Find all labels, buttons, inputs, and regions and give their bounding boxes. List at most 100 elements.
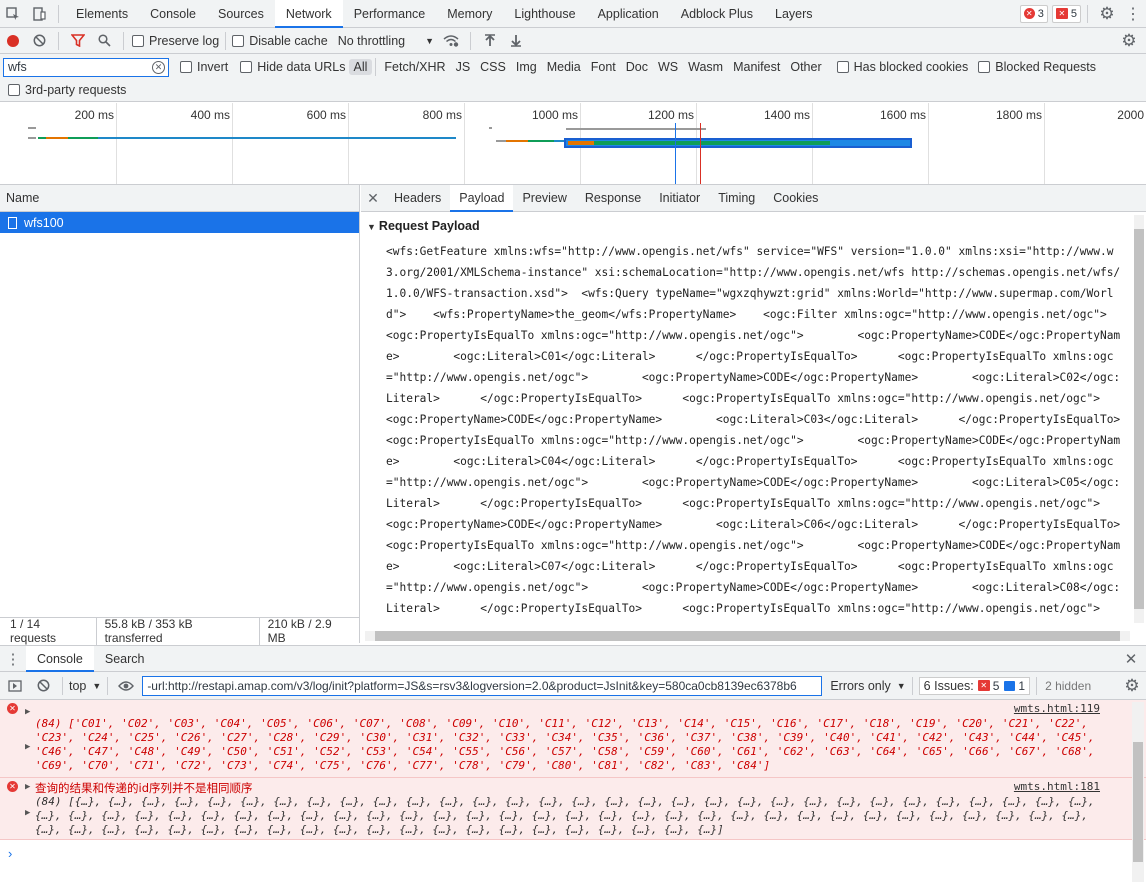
clear-console-icon[interactable] — [30, 679, 56, 692]
tab-performance[interactable]: Performance — [343, 0, 437, 28]
sidebar-toggle-icon[interactable] — [0, 679, 30, 692]
console-error-message[interactable]: ✕ wmts.html:181 ▶ ▶ 查询的结果和传递的id序列并不是相同顺序… — [0, 778, 1146, 840]
filter-type-font[interactable]: Font — [586, 59, 621, 75]
tab-headers[interactable]: Headers — [385, 185, 450, 212]
console-error-message[interactable]: ✕ wmts.html:119 ▶ ▶ (84) ['C01', 'C02', … — [0, 700, 1146, 778]
tab-network[interactable]: Network — [274, 0, 343, 28]
tab-console[interactable]: Console — [139, 0, 207, 28]
network-overview-timeline[interactable]: 200 ms 400 ms 600 ms 800 ms 1000 ms 1200… — [0, 103, 1146, 185]
filter-type-img[interactable]: Img — [511, 59, 542, 75]
import-har-icon[interactable] — [477, 27, 503, 55]
disable-cache-checkbox[interactable]: Disable cache — [232, 34, 328, 48]
drawer-tab-console[interactable]: Console — [26, 645, 94, 672]
tab-layers[interactable]: Layers — [764, 0, 824, 28]
log-levels-select[interactable]: Errors only ▼ — [830, 679, 905, 693]
checkbox[interactable] — [8, 84, 20, 96]
hide-data-urls-checkbox[interactable]: Hide data URLs — [240, 60, 346, 74]
filter-icon[interactable] — [65, 27, 91, 55]
export-har-icon[interactable] — [503, 27, 529, 55]
message-source-link[interactable]: wmts.html:181 — [1014, 780, 1100, 794]
console-toolbar: top ▼ -url:http://restapi.amap.com/v3/lo… — [0, 672, 1146, 700]
filter-type-css[interactable]: CSS — [475, 59, 511, 75]
tab-memory[interactable]: Memory — [436, 0, 503, 28]
clear-icon[interactable] — [26, 27, 52, 55]
issues-count-badge[interactable]: ✕ 5 — [1051, 4, 1081, 23]
tab-application[interactable]: Application — [587, 0, 670, 28]
issues-button[interactable]: 6 Issues: ✕ 5 1 — [918, 676, 1031, 695]
filter-type-other[interactable]: Other — [785, 59, 826, 75]
checkbox[interactable] — [836, 61, 849, 73]
filter-type-js[interactable]: JS — [451, 59, 476, 75]
clear-filter-icon[interactable]: ✕ — [152, 60, 165, 74]
network-settings-gear-icon[interactable]: ⚙ — [1116, 27, 1142, 55]
scrollbar-thumb[interactable] — [1133, 742, 1143, 862]
expand-arrow-icon[interactable]: ▶ — [25, 806, 30, 820]
filter-type-doc[interactable]: Doc — [621, 59, 653, 75]
request-payload-body: <wfs:GetFeature xmlns:wfs="http://www.op… — [386, 245, 1121, 615]
name-column-header[interactable]: Name — [0, 185, 359, 212]
tab-elements[interactable]: Elements — [65, 0, 139, 28]
tab-adblock-plus[interactable]: Adblock Plus — [670, 0, 764, 28]
expand-arrow-icon[interactable]: ▶ — [25, 780, 30, 794]
context-select[interactable]: top ▼ — [69, 679, 101, 693]
tab-preview[interactable]: Preview — [513, 185, 575, 212]
invert-checkbox[interactable]: Invert — [180, 60, 228, 74]
tab-response[interactable]: Response — [576, 185, 650, 212]
gear-icon[interactable]: ⚙ — [1094, 0, 1120, 28]
tab-timing[interactable]: Timing — [709, 185, 764, 212]
request-row[interactable]: wfs100 — [0, 212, 359, 233]
filter-type-manifest[interactable]: Manifest — [728, 59, 785, 75]
expand-arrow-icon[interactable]: ▶ — [25, 740, 30, 754]
console-filter-input[interactable]: -url:http://restapi.amap.com/v3/log/init… — [142, 675, 823, 696]
issue-error-count: 5 — [992, 678, 1000, 693]
checkbox[interactable] — [978, 61, 991, 73]
tab-payload[interactable]: Payload — [450, 184, 514, 212]
console-settings-gear-icon[interactable]: ⚙ — [1118, 676, 1146, 696]
scrollbar-thumb[interactable] — [375, 631, 1120, 641]
filter-type-ws[interactable]: WS — [653, 59, 683, 75]
close-drawer-icon[interactable]: ✕ — [1116, 650, 1146, 668]
error-count-badge[interactable]: ✕ 3 — [1019, 4, 1048, 23]
inspect-element-icon[interactable] — [0, 0, 26, 28]
filter-input[interactable]: wfs ✕ — [3, 57, 169, 77]
tab-initiator[interactable]: Initiator — [650, 185, 709, 212]
network-toolbar: Preserve log Disable cache No throttling… — [0, 28, 1146, 54]
close-icon[interactable]: ✕ — [361, 190, 385, 207]
blocked-cookies-checkbox[interactable]: Has blocked cookies — [836, 60, 968, 74]
payload-vertical-scrollbar[interactable] — [1134, 215, 1144, 623]
record-icon[interactable] — [0, 27, 26, 55]
eye-icon[interactable] — [114, 680, 138, 691]
console-vertical-scrollbar[interactable] — [1132, 702, 1144, 882]
checkbox[interactable] — [180, 61, 192, 73]
search-icon[interactable] — [91, 27, 117, 55]
third-party-checkbox[interactable]: 3rd-party requests — [8, 83, 126, 97]
device-toolbar-icon[interactable] — [26, 0, 52, 28]
grid-line — [464, 103, 465, 184]
checkbox[interactable] — [132, 34, 144, 47]
more-options-icon[interactable]: ⋮ — [1120, 0, 1146, 28]
grid-line — [348, 103, 349, 184]
drawer-tab-search[interactable]: Search — [94, 646, 156, 672]
hidden-count: 2 hidden — [1045, 678, 1092, 693]
expand-arrow-icon[interactable]: ▶ — [25, 705, 30, 719]
request-payload-section[interactable]: ▼ Request Payload — [367, 219, 480, 233]
payload-horizontal-scrollbar[interactable] — [365, 631, 1130, 641]
drawer-menu-icon[interactable]: ⋮ — [0, 650, 26, 668]
devtools-tabbar: Elements Console Sources Network Perform… — [0, 0, 1146, 28]
preserve-log-checkbox[interactable]: Preserve log — [132, 34, 219, 48]
filter-type-all[interactable]: All — [348, 59, 373, 75]
filter-type-fetch-xhr[interactable]: Fetch/XHR — [379, 59, 450, 75]
tab-lighthouse[interactable]: Lighthouse — [503, 0, 586, 28]
message-source-link[interactable]: wmts.html:119 — [1014, 702, 1100, 716]
throttling-select[interactable]: No throttling ▼ — [338, 34, 434, 48]
filter-type-media[interactable]: Media — [542, 59, 586, 75]
filter-type-wasm[interactable]: Wasm — [683, 59, 728, 75]
tab-sources[interactable]: Sources — [207, 0, 275, 28]
console-prompt[interactable]: › — [8, 846, 12, 861]
network-conditions-icon[interactable] — [438, 27, 464, 55]
checkbox[interactable] — [232, 34, 245, 47]
tab-cookies[interactable]: Cookies — [764, 185, 827, 212]
scrollbar-thumb[interactable] — [1134, 229, 1144, 609]
blocked-requests-checkbox[interactable]: Blocked Requests — [978, 60, 1096, 74]
checkbox[interactable] — [240, 61, 253, 73]
